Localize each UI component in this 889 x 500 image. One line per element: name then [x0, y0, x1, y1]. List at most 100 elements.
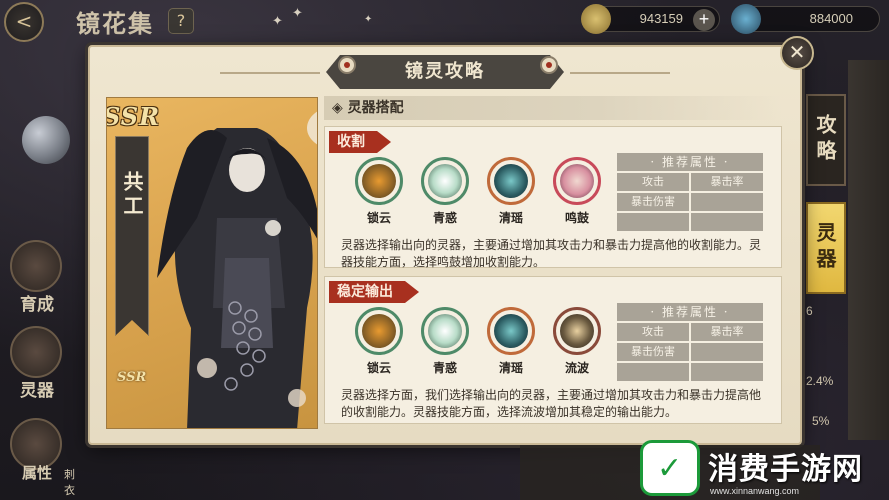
tab-strategy[interactable]: 攻略: [806, 94, 846, 186]
spirit-item[interactable]: 清瑶: [479, 307, 541, 385]
spirit-name: 清瑶: [498, 211, 523, 225]
attr-cell: 攻击: [617, 173, 689, 191]
coin-icon: [581, 4, 611, 34]
jade-icon: [731, 4, 761, 34]
name-banner: 共工: [115, 136, 149, 336]
close-button[interactable]: ✕: [780, 36, 814, 70]
bg-value: 5%: [812, 414, 830, 428]
recommended-attributes: · 推荐属性 · 攻击 暴击率 暴击伤害: [617, 303, 763, 381]
attr-cell: 暴击率: [691, 323, 763, 341]
bg-value: 6: [806, 304, 813, 318]
qingyao-icon: [487, 307, 535, 355]
spirit-item[interactable]: 锁云: [347, 157, 409, 235]
spirit-name: 流波: [564, 361, 589, 375]
attr-row: 暴击伤害: [617, 343, 763, 361]
attr-cell: [617, 213, 689, 231]
character-portrait: SSR 共工 SSR: [106, 97, 318, 429]
build-description: 灵器选择输出向的灵器，主要通过增加其攻击力和暴击力提高他的收割能力。灵器技能方面…: [341, 238, 762, 269]
side-item-spirit[interactable]: 灵器: [4, 326, 74, 401]
sparkle-icon: ✦: [292, 6, 303, 21]
sparkle-icon: ✦: [364, 14, 373, 25]
header-divider: [220, 72, 320, 74]
side-item-label: 育成: [20, 295, 54, 315]
tab-spirit[interactable]: 灵器: [806, 202, 846, 294]
ornament-icon: [540, 56, 558, 74]
page-title: 镜花集: [76, 9, 154, 38]
spirit-name: 清瑶: [498, 361, 523, 375]
back-button[interactable]: <: [4, 2, 44, 42]
right-panel-strip: [848, 60, 889, 440]
character-illustration: [157, 111, 317, 428]
header-divider: [570, 72, 670, 74]
attr-cell: [691, 363, 763, 381]
minggu-icon: [553, 157, 601, 205]
spirit-item[interactable]: 青惑: [413, 157, 475, 235]
spirit-name: 青惑: [432, 361, 457, 375]
attr-row: [617, 213, 763, 231]
spirit-name: 青惑: [432, 211, 457, 225]
spirit-item[interactable]: 鸣鼓: [545, 157, 607, 235]
moon-ornament-icon: [22, 116, 70, 164]
build-section-harvest: 收割 锁云 青惑 清瑶 鸣鼓 · 推荐属性 · 攻击 暴击率 暴击伤害 灵器选择…: [324, 126, 782, 269]
add-coin-button[interactable]: +: [693, 9, 715, 31]
attr-row: 攻击 暴击率: [617, 173, 763, 191]
spirit-item[interactable]: 清瑶: [479, 157, 541, 235]
develop-icon: [10, 240, 62, 292]
spirit-list: 锁云 青惑 清瑶 鸣鼓: [347, 157, 607, 237]
modal-title: 镜灵攻略: [405, 61, 485, 82]
recommended-attributes: · 推荐属性 · 攻击 暴击率 暴击伤害: [617, 153, 763, 231]
attr-row: 暴击伤害: [617, 193, 763, 211]
qingyao-icon: [487, 157, 535, 205]
spirit-item[interactable]: 青惑: [413, 307, 475, 385]
qinghuo-icon: [421, 157, 469, 205]
spirit-name: 锁云: [366, 211, 391, 225]
sparkle-icon: ✦: [272, 14, 283, 29]
top-bar: < 镜花集 ? ✦ ✦ ✦ 943159 + 884000: [0, 0, 889, 42]
spirit-config: ◈ 灵器搭配 收割 锁云 青惑 清瑶 鸣鼓 · 推荐属性 · 攻击 暴击率 暴击…: [324, 96, 782, 426]
coin-value: 943159: [639, 11, 683, 26]
section-header-label: ◈ 灵器搭配: [332, 100, 404, 116]
watermark-url: www.xinnanwang.com: [710, 486, 800, 496]
side-item-develop[interactable]: 育成: [4, 240, 74, 315]
side-item-label: 属性: [21, 464, 52, 482]
spirit-list: 锁云 青惑 清瑶 流波: [347, 307, 607, 387]
qinghuo-icon: [421, 307, 469, 355]
suoyun-icon: [355, 157, 403, 205]
side-item-label: 灵器: [20, 381, 54, 401]
character-name: 共工: [120, 171, 144, 219]
coin-counter: 943159 +: [581, 4, 720, 34]
modal-header: 镜灵攻略: [326, 55, 564, 89]
watermark-text: 消费手游网: [708, 452, 863, 487]
build-tag: 稳定输出: [329, 281, 419, 303]
watermark-logo-icon: ✓: [640, 440, 700, 496]
section-header: ◈ 灵器搭配: [324, 96, 782, 120]
bg-value: 2.4%: [806, 374, 834, 388]
side-extra-label: 刺衣: [64, 468, 75, 497]
spirit-name: 鸣鼓: [564, 211, 589, 225]
build-section-stable: 稳定输出 锁云 青惑 清瑶 流波 · 推荐属性 · 攻击 暴击率 暴击伤害 灵器…: [324, 276, 782, 424]
rarity-badge: SSR: [106, 102, 161, 131]
attr-cell: [691, 213, 763, 231]
build-tag: 收割: [329, 131, 391, 153]
attr-cell: 暴击伤害: [617, 343, 689, 361]
attr-cell: [691, 343, 763, 361]
help-button[interactable]: ?: [168, 8, 194, 34]
jade-counter: 884000: [731, 4, 880, 34]
spirit-item[interactable]: 锁云: [347, 307, 409, 385]
attr-cell: 攻击: [617, 323, 689, 341]
attr-cell: 暴击伤害: [617, 193, 689, 211]
attr-cell: [617, 363, 689, 381]
rarity-mark: SSR: [117, 370, 147, 385]
attr-row: [617, 363, 763, 381]
attr-row: 攻击 暴击率: [617, 323, 763, 341]
liubo-icon: [553, 307, 601, 355]
jade-value: 884000: [809, 11, 853, 26]
attr-header: · 推荐属性 ·: [617, 153, 763, 171]
attr-cell: 暴击率: [691, 173, 763, 191]
suoyun-icon: [355, 307, 403, 355]
spirit-icon: [10, 326, 62, 378]
spirit-name: 锁云: [366, 361, 391, 375]
attr-cell: [691, 193, 763, 211]
spirit-item[interactable]: 流波: [545, 307, 607, 385]
build-description: 灵器选择方面，我们选择输出向的灵器，主要通过增加其攻击力和暴击力提高他的收割能力…: [341, 388, 762, 419]
